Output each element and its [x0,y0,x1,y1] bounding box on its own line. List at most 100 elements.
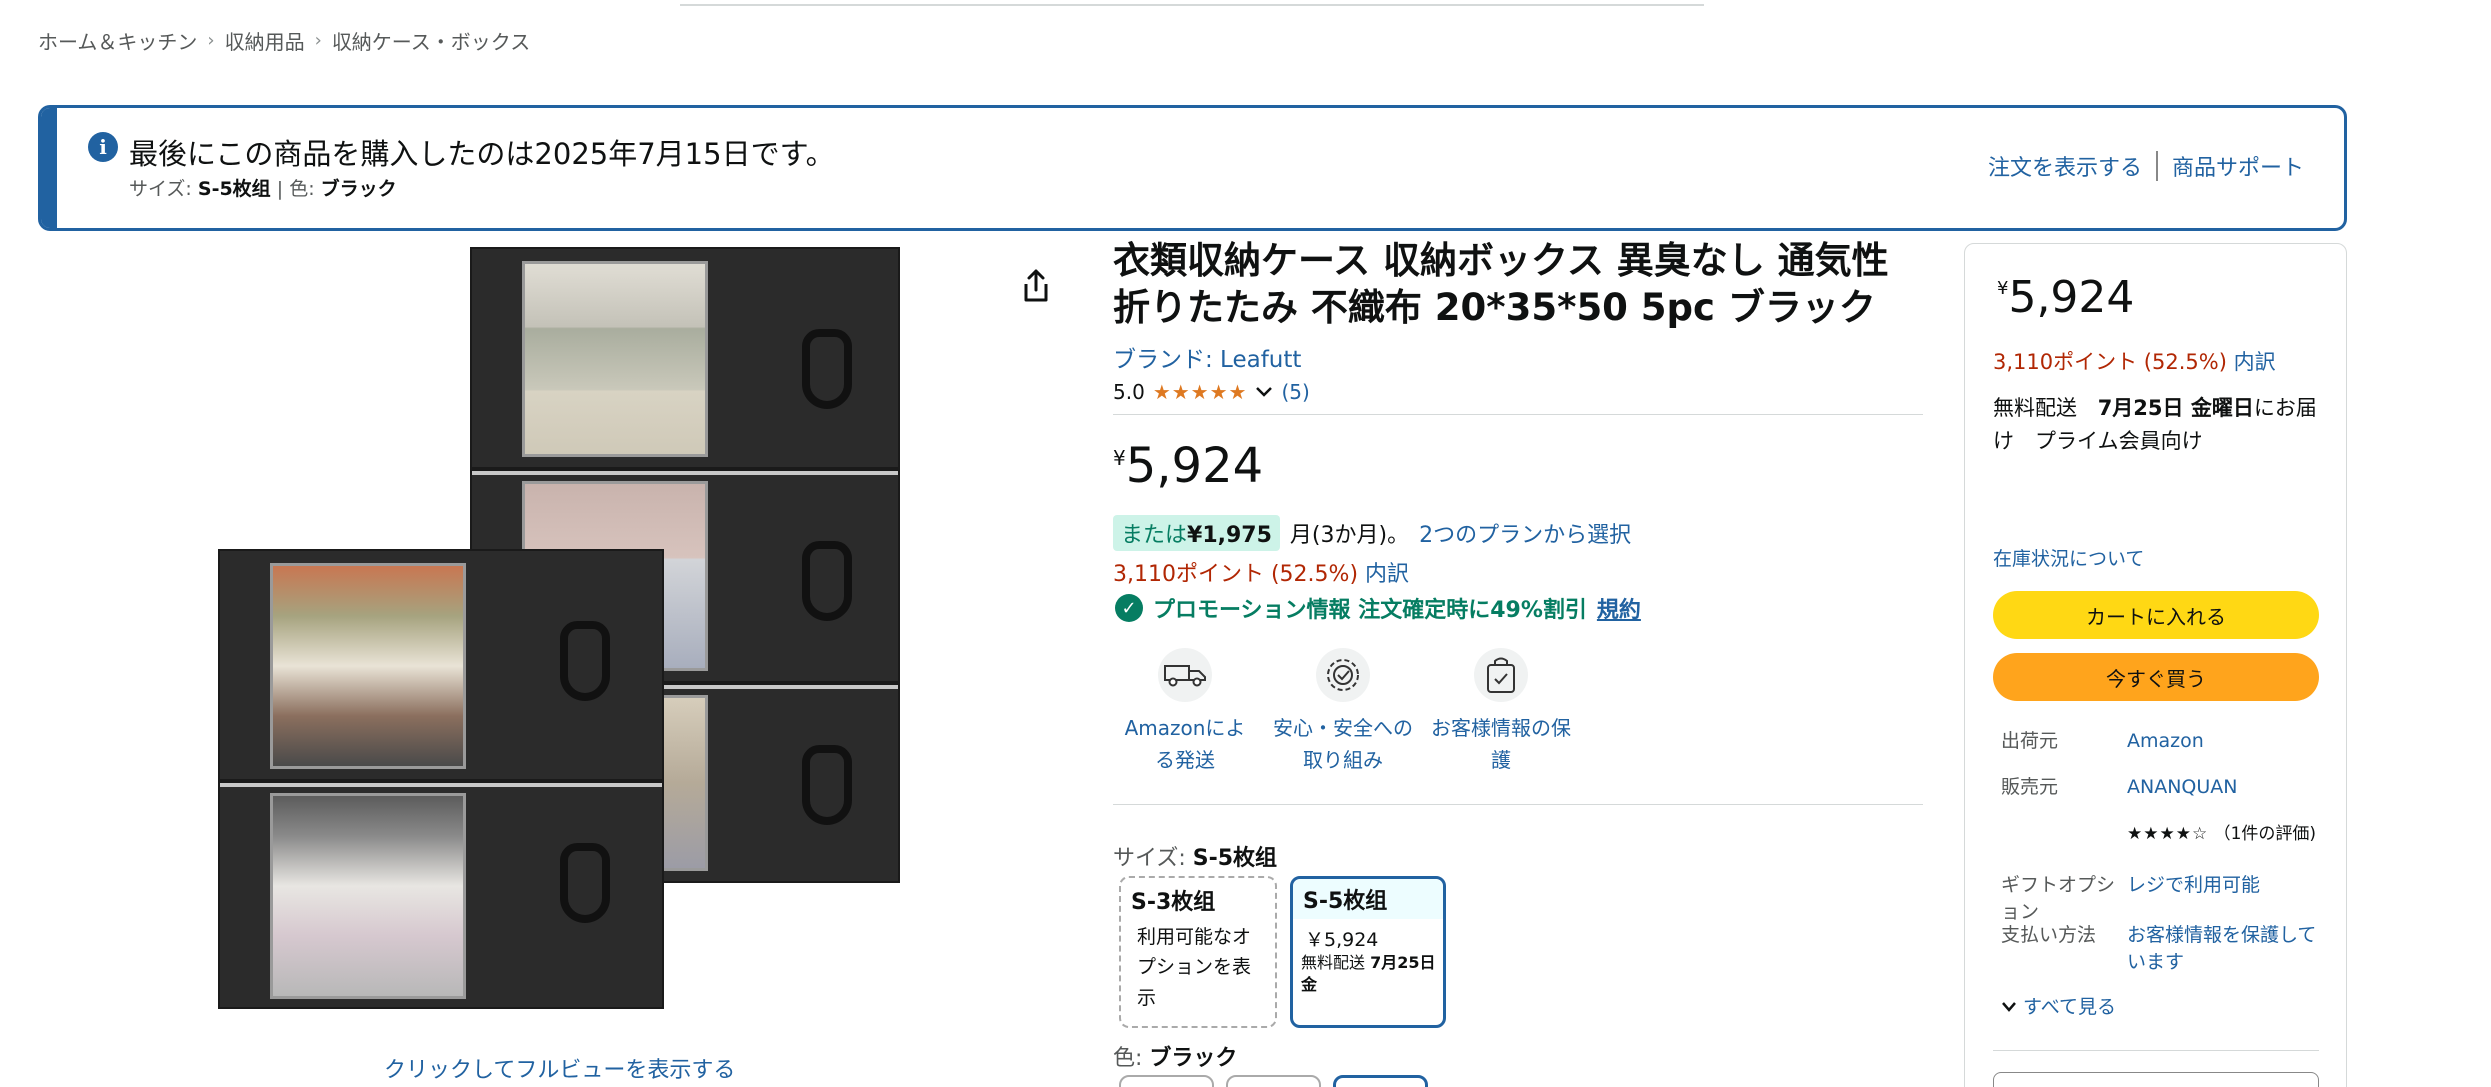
stock-status-link[interactable]: 在庫状況について [1993,544,2144,571]
buybox-divider [1993,1050,2319,1051]
breadcrumb-separator: › [207,30,215,51]
price-currency: ¥ [1113,446,1126,470]
rating-count-link[interactable]: (5) [1281,380,1309,404]
feature-label: 安心・安全への取り組み [1273,716,1413,772]
promotion-row: ✓ プロモーション情報 注文確定時に49%割引 規約 [1115,592,1641,624]
size-option-name: S-3枚组 [1131,890,1216,915]
size-option-desc: 利用可能なオプションを表示 [1137,926,1252,1009]
notice-title: 最後にこの商品を購入したのは2025年7月15日です。 [129,137,835,171]
breadcrumb: ホーム＆キッチン › 収納用品 › 収納ケース・ボックス [38,26,530,55]
feature-label: Amazonによる発送 [1124,716,1246,772]
purchase-notice: i 最後にこの商品を購入したのは2025年7月15日です。 サイズ: S-5枚组… [38,105,2347,231]
info-icon: i [88,132,118,162]
see-all-toggle[interactable]: すべて見る [2001,992,2116,1019]
size-selected: S-5枚组 [1192,846,1278,871]
safety-badge-icon [1316,648,1370,702]
price-amount: 5,924 [1125,438,1264,494]
buybox-price-amount: 5,924 [2008,272,2135,323]
rating-row: 5.0 ★★★★★ (5) [1113,380,1310,404]
payment-label: 支払い方法 [2001,924,2097,946]
shipper-label: 出荷元 [2001,730,2059,752]
share-icon[interactable] [1020,268,1052,304]
size-label: サイズ: S-5枚组 [1113,840,1277,872]
buy-now-button[interactable]: 今すぐ買う [1993,653,2319,701]
payment-value[interactable]: お客様情報を保護しています [2127,922,2317,975]
rating-stars-icon[interactable]: ★★★★★ [1153,380,1248,404]
storage-box-front-top [218,549,664,781]
buy-box: ¥5,924 3,110ポイント (52.5%) 内訳 無料配送 7月25日 金… [1964,243,2347,1087]
buybox-points-detail-link[interactable]: 内訳 [2234,350,2276,374]
size-option-s3[interactable]: S-3枚组 利用可能なオプションを表示 [1119,876,1277,1028]
product-price: ¥5,924 [1113,438,1263,494]
size-option-s5[interactable]: S-5枚组 ￥5,924 無料配送 7月25日金 [1290,876,1446,1028]
link-separator [2155,151,2158,181]
notice-size-value: S-5枚组 [197,178,271,200]
color-swatch-1[interactable] [1119,1075,1214,1087]
points-row: 3,110ポイント (52.5%) 内訳 [1113,556,1409,588]
installment-plans-link[interactable]: 2つのプランから選択 [1419,517,1631,549]
size-option-delivery-prefix: 無料配送 [1301,953,1366,972]
delivery-date: 7月25日 金曜日 [2097,396,2254,420]
seller-review-count: （1件の評価) [2213,824,2317,844]
add-to-cart-button[interactable]: カートに入れる [1993,591,2319,639]
seller-rating: ★★★★☆ （1件の評価) [2127,822,2327,847]
gift-value[interactable]: レジで利用可能 [2127,872,2317,899]
features-divider [1113,804,1923,805]
breadcrumb-item-home-kitchen[interactable]: ホーム＆キッチン [38,26,197,55]
points-detail-link[interactable]: 内訳 [1365,562,1409,587]
storage-box-back-top [470,247,900,469]
installment-amount: ¥1,975 [1187,523,1272,548]
delivery-van-icon [1158,648,1212,702]
notice-details: サイズ: S-5枚组 | 色: ブラック [129,174,397,201]
notice-color-value: ブラック [320,178,397,200]
rating-value: 5.0 [1113,380,1145,404]
color-swatch-2[interactable] [1226,1075,1321,1087]
buybox-price: ¥5,924 [1997,272,2134,323]
title-divider [1113,414,1923,415]
view-order-link[interactable]: 注文を表示する [1988,150,2142,182]
color-swatch-3[interactable] [1333,1075,1428,1087]
color-label: 色: ブラック [1113,1040,1237,1072]
buybox-delivery: 無料配送 7月25日 金曜日にお届け プライム会員向け [1993,392,2333,457]
color-label-text: 色: [1113,1046,1143,1071]
see-all-label: すべて見る [2023,996,2116,1018]
secure-bag-icon [1474,648,1528,702]
promotion-terms-link[interactable]: 規約 [1597,592,1641,624]
breadcrumb-item-storage[interactable]: 収納用品 [225,26,305,55]
storage-box-front-bottom [218,781,664,1009]
size-option-price: ￥5,924 [1305,929,1379,951]
promotion-text: プロモーション情報 注文確定時に49%割引 [1153,598,1587,623]
shipper-value[interactable]: Amazon [2127,728,2317,755]
buybox-select[interactable] [1993,1072,2319,1087]
brand-link[interactable]: ブランド: Leafutt [1113,340,1301,374]
buybox-price-currency: ¥ [1997,278,2009,299]
feature-privacy[interactable]: お客様情報の保護 [1431,648,1571,776]
size-option-delivery: 無料配送 7月25日金 [1293,952,1443,997]
chevron-down-icon [2002,1002,2016,1012]
top-divider [680,0,1704,6]
full-view-link[interactable]: クリックしてフルビューを表示する [384,1052,735,1084]
points-value: 3,110ポイント (52.5%) [1113,562,1359,587]
notice-color-label: 色: [289,178,315,200]
seller-label: 販売元 [2001,776,2059,798]
seller-value[interactable]: ANANQUAN [2127,774,2317,801]
installment-term: 月(3か月)。 [1289,523,1410,548]
feature-safety[interactable]: 安心・安全への取り組み [1273,648,1413,776]
installment-or: または [1121,523,1188,548]
breadcrumb-item-storage-boxes[interactable]: 収納ケース・ボックス [332,26,530,55]
size-label-text: サイズ: [1113,846,1186,871]
feature-fulfilled-by-amazon[interactable]: Amazonによる発送 [1115,648,1255,776]
check-circle-icon: ✓ [1115,594,1143,622]
buybox-points-value: 3,110ポイント (52.5%) [1993,350,2227,374]
product-title: 衣類収納ケース 収納ボックス 異臭なし 通気性 折りたたみ 不織布 20*35*… [1113,239,1889,329]
notice-links: 注文を表示する 商品サポート [1988,150,2304,182]
delivery-prefix: 無料配送 [1993,396,2077,420]
chevron-down-icon[interactable] [1255,385,1273,399]
color-selected: ブラック [1149,1046,1238,1071]
installment-chip: または¥1,975 [1113,515,1280,551]
seller-stars-icon: ★★★★☆ [2127,824,2209,844]
product-support-link[interactable]: 商品サポート [2172,150,2304,182]
product-image[interactable] [210,243,910,1043]
breadcrumb-separator: › [314,30,322,51]
notice-pipe: | [276,178,284,200]
